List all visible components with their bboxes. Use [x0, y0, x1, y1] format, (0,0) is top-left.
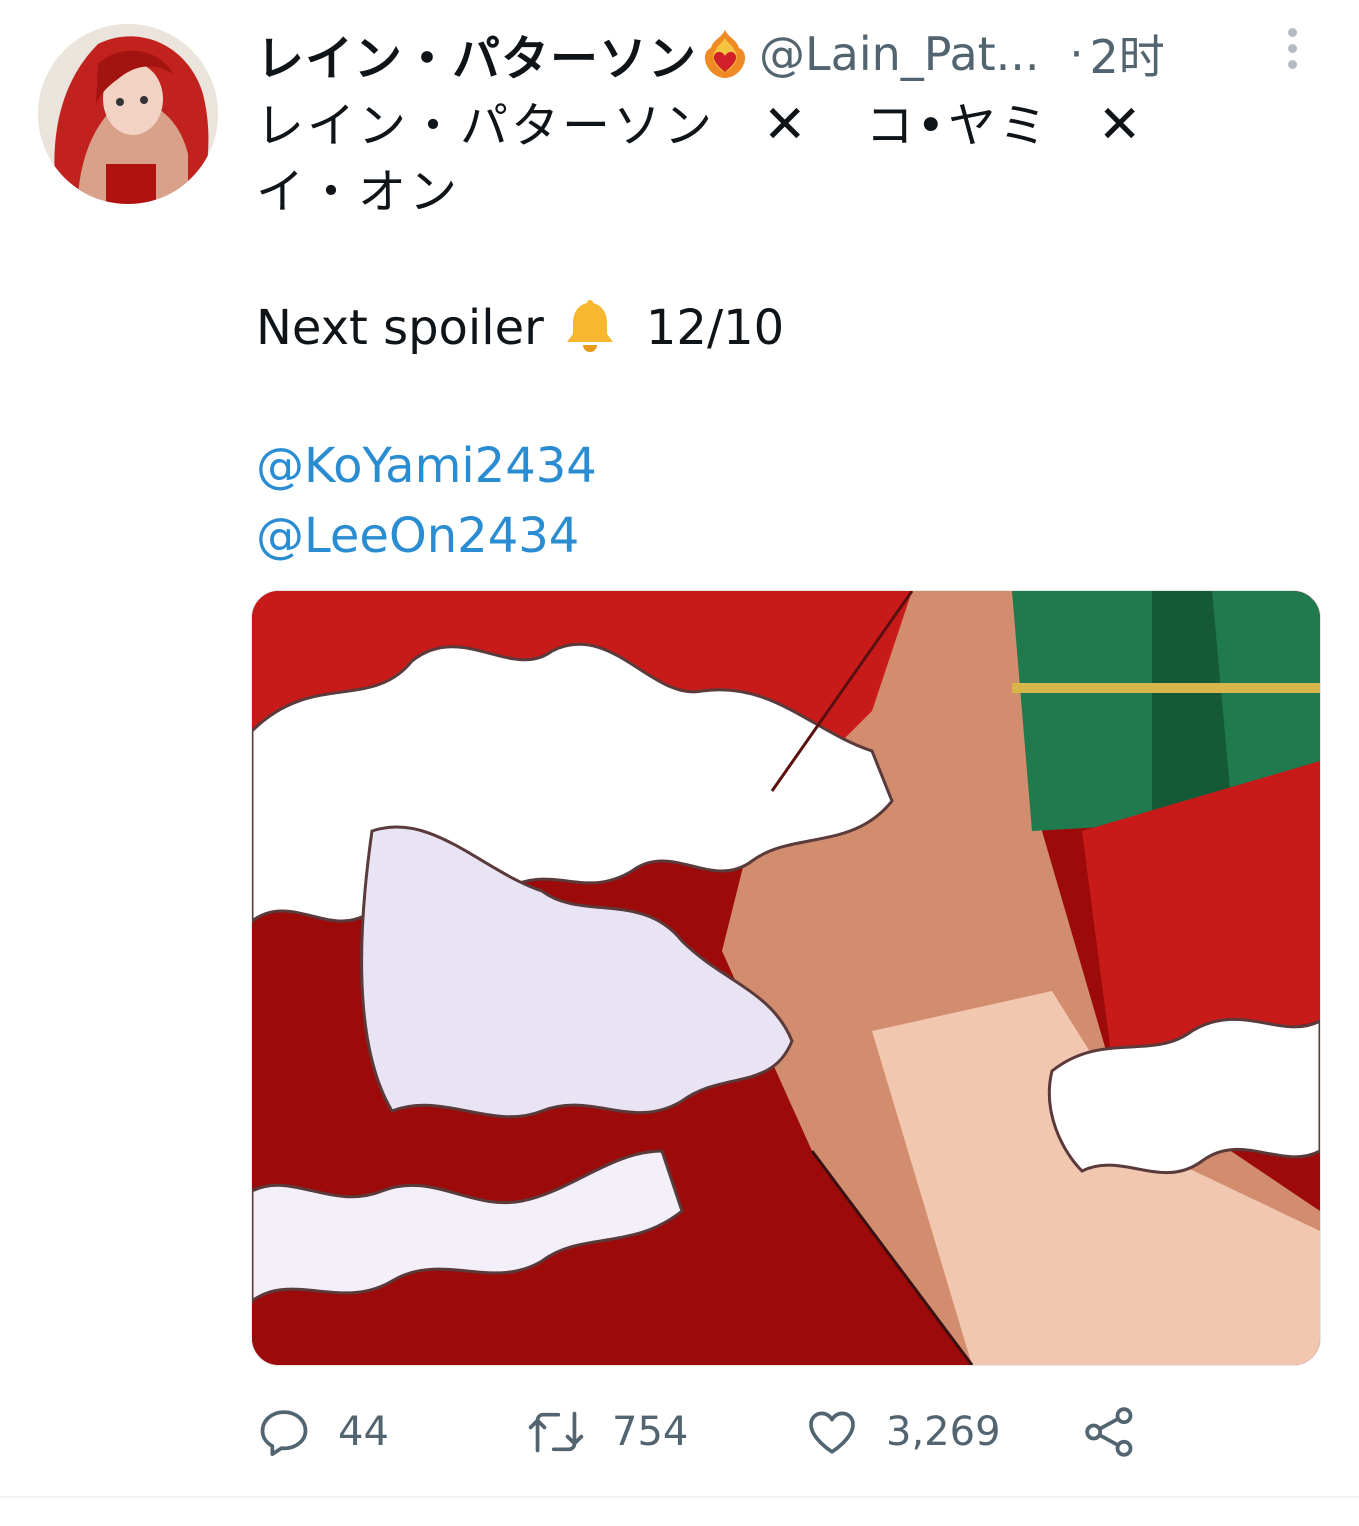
title-line-2: イ・オン	[256, 159, 1256, 225]
artwork-image	[252, 591, 1320, 1365]
tweet-header: レイン・パターソン @Lain_Pat... · 2时	[256, 19, 1306, 89]
retweet-icon	[528, 1411, 584, 1453]
spoiler-date: 12/10	[645, 300, 785, 356]
retweet-button[interactable]: 754	[526, 1400, 688, 1464]
like-button[interactable]: 3,269	[804, 1400, 1001, 1464]
title-part-name: レイン・パターソン	[256, 98, 716, 154]
separator-dot: ·	[1069, 28, 1084, 80]
reply-count: 44	[338, 1409, 389, 1455]
avatar[interactable]	[38, 24, 218, 204]
title-part-leeon: イ・オン	[256, 164, 461, 220]
spoiler-line: Next spoiler 12/10	[256, 295, 1256, 361]
tweet-media-image[interactable]	[251, 590, 1321, 1366]
cross-mark: ✕	[763, 95, 810, 155]
bell-icon	[566, 300, 613, 352]
retweet-count: 754	[612, 1409, 689, 1455]
cross-mark: ✕	[1097, 95, 1145, 155]
reply-button[interactable]: 44	[256, 1400, 389, 1464]
tweet-card[interactable]: レイン・パターソン @Lain_Pat... · 2时 レイン・パターソン ✕ コ•…	[0, 0, 1359, 1498]
user-handle[interactable]: @Lain_Pat...	[759, 27, 1040, 81]
more-vertical-icon[interactable]	[1280, 28, 1304, 72]
share-button[interactable]	[1082, 1400, 1164, 1464]
mention-link[interactable]: @KoYami2434	[256, 431, 1256, 501]
heart-fire-icon	[701, 28, 749, 80]
mention-link[interactable]: @LeeOn2434	[256, 501, 1256, 571]
timestamp[interactable]: 2时	[1090, 21, 1165, 87]
heart-icon	[809, 1411, 855, 1454]
reply-icon	[260, 1410, 308, 1457]
spoiler-label: Next spoiler	[256, 300, 544, 356]
tweet-text: レイン・パターソン ✕ コ•ヤミ ✕ イ・オン Next spoiler 12/10 …	[256, 92, 1256, 571]
display-name[interactable]: レイン・パターソン	[256, 19, 697, 89]
share-icon	[1085, 1407, 1133, 1457]
title-part-koyami: コ•ヤミ	[865, 98, 1050, 154]
like-count: 3,269	[886, 1409, 1001, 1455]
avatar-image	[38, 24, 218, 204]
divider	[0, 1496, 1359, 1498]
title-line: レイン・パターソン ✕ コ•ヤミ ✕	[256, 92, 1256, 159]
tweet-actions: 44 754 3,269	[256, 1400, 1156, 1464]
